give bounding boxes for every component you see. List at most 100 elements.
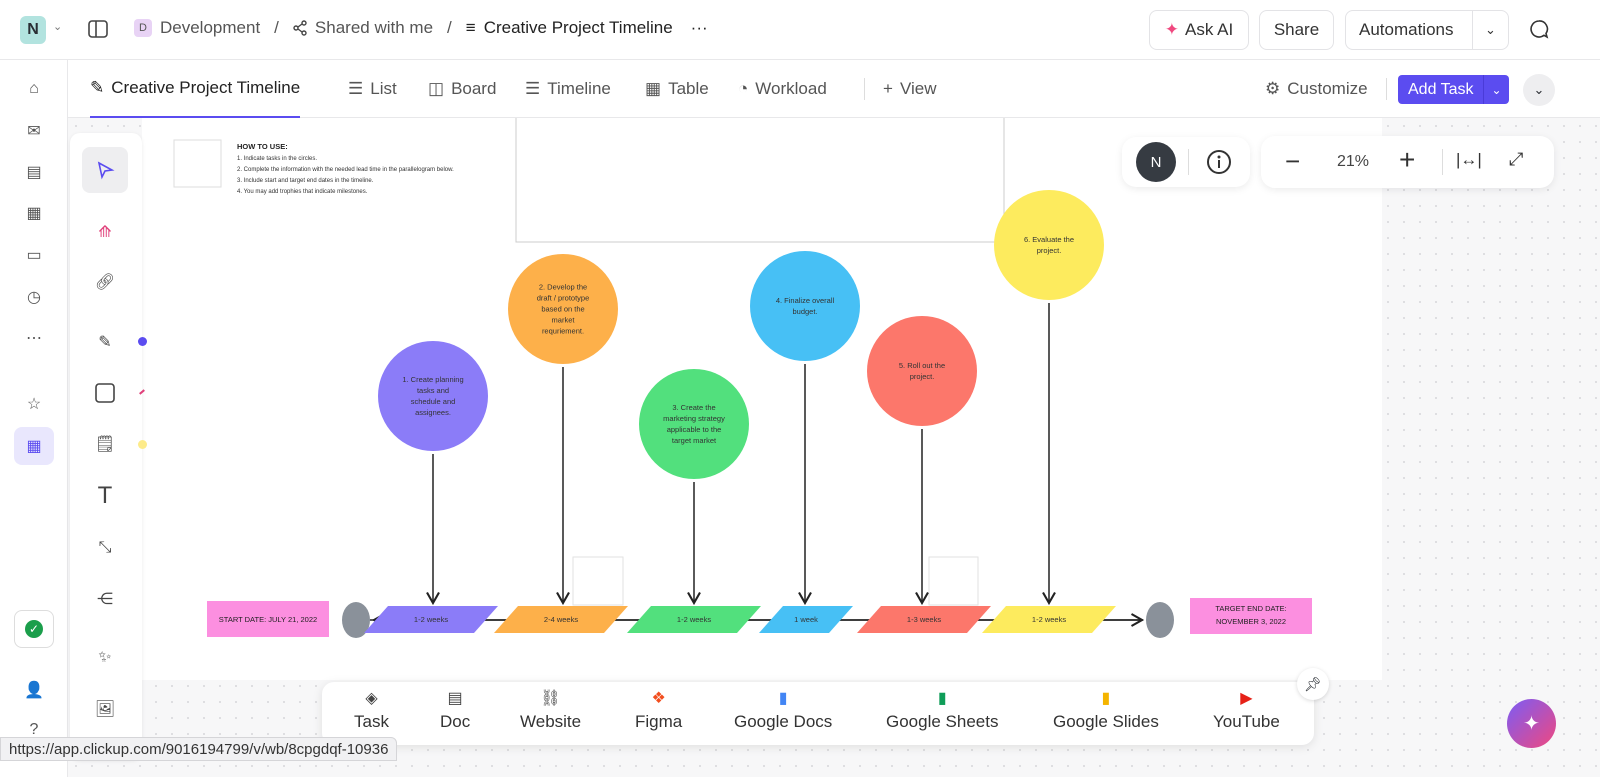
automations-button[interactable]: Automations ⌄ bbox=[1345, 10, 1509, 50]
add-view-button[interactable]: + View bbox=[883, 60, 936, 118]
mindmap-icon[interactable]: ⋲ bbox=[82, 576, 128, 622]
info-icon[interactable] bbox=[1206, 149, 1232, 175]
task-text: budget. bbox=[792, 307, 817, 316]
inbox-icon[interactable]: ✉ bbox=[14, 112, 54, 150]
embed-figma-button[interactable]: ❖ Figma bbox=[635, 688, 682, 732]
ask-ai-label: Ask AI bbox=[1185, 20, 1234, 39]
how-to-step: 2. Complete the information with the nee… bbox=[237, 167, 454, 173]
shape-tool-icon[interactable] bbox=[82, 370, 128, 416]
task-text: market bbox=[552, 316, 576, 325]
status-url: https://app.clickup.com/9016194799/v/wb/… bbox=[0, 737, 398, 761]
divider bbox=[1386, 78, 1387, 100]
zoom-out-button[interactable]: − bbox=[1285, 146, 1300, 177]
task-text: marketing strategy bbox=[663, 414, 725, 423]
tab-label: Workload bbox=[755, 79, 827, 98]
breadcrumb-current[interactable]: Creative Project Timeline bbox=[484, 18, 673, 38]
add-task-button[interactable]: Add Task ⌄ bbox=[1398, 75, 1509, 104]
start-date-text: START DATE: JULY 21, 2022 bbox=[219, 615, 317, 624]
chat-icon[interactable] bbox=[1529, 19, 1549, 39]
end-node[interactable] bbox=[1146, 602, 1174, 638]
image-placeholder[interactable] bbox=[928, 556, 979, 606]
tab-timeline[interactable]: ☰ Timeline bbox=[525, 60, 611, 118]
tab-label: Table bbox=[668, 79, 709, 98]
breadcrumb-shared[interactable]: Shared with me bbox=[315, 18, 433, 38]
embed-doc-button[interactable]: ▤ Doc bbox=[440, 688, 470, 732]
connector-tool-icon[interactable]: ⤡ bbox=[82, 525, 128, 571]
more-icon[interactable]: ⋯ bbox=[14, 319, 54, 357]
view-tabs: ✎ Creative Project Timeline ☰ List ◫ Board … bbox=[68, 60, 1600, 118]
docs-icon[interactable]: ▤ bbox=[14, 153, 54, 191]
task-circle[interactable] bbox=[867, 316, 977, 426]
duration-text: 2-4 weeks bbox=[544, 615, 578, 624]
link-icon[interactable]: 🔗︎ bbox=[82, 259, 128, 305]
status-check-icon[interactable]: ✓ bbox=[14, 610, 54, 648]
link-icon: ⛓︎ bbox=[540, 690, 561, 707]
how-to-step: 3. Include start and target end dates in… bbox=[237, 178, 374, 184]
tab-list[interactable]: ☰ List bbox=[348, 60, 397, 118]
divider bbox=[864, 78, 865, 100]
fullscreen-icon[interactable]: ⤢ bbox=[1509, 149, 1523, 170]
embed-youtube-button[interactable]: ▶ YouTube bbox=[1213, 688, 1280, 732]
collapse-button[interactable]: ⌄ bbox=[1523, 74, 1555, 106]
tab-board[interactable]: ◫ Board bbox=[428, 60, 496, 118]
ai-assistant-button[interactable]: ✦ bbox=[1507, 699, 1556, 748]
image-placeholder[interactable] bbox=[173, 139, 222, 188]
duration-text: 1-3 weeks bbox=[907, 615, 941, 624]
zoom-in-button[interactable]: + bbox=[1399, 144, 1415, 176]
timer-icon[interactable]: ◷ bbox=[14, 278, 54, 316]
clickup-add-icon[interactable]: ⟰ bbox=[82, 209, 128, 255]
select-tool-icon[interactable] bbox=[82, 147, 128, 193]
embed-task-button[interactable]: ◈ Task bbox=[354, 688, 389, 732]
task-text: 5. Roll out the bbox=[899, 361, 945, 370]
empty-frame[interactable] bbox=[515, 109, 1005, 243]
more-button[interactable]: ··· bbox=[691, 18, 708, 38]
task-text: project. bbox=[1037, 246, 1062, 255]
zoom-level[interactable]: 21% bbox=[1337, 153, 1369, 171]
task-circle[interactable] bbox=[639, 369, 749, 479]
how-to-step: 4. You may add trophies that indicate mi… bbox=[237, 189, 368, 195]
chevron-down-icon[interactable]: ⌄ bbox=[1472, 11, 1508, 49]
customize-button[interactable]: ⚙ Customize bbox=[1265, 60, 1368, 118]
image-placeholder[interactable] bbox=[572, 556, 624, 606]
tab-label: List bbox=[370, 79, 397, 98]
task-circle[interactable] bbox=[750, 251, 860, 361]
task-circle[interactable] bbox=[994, 190, 1104, 300]
fit-width-icon[interactable]: |↔| bbox=[1456, 150, 1482, 170]
breadcrumb-development[interactable]: Development bbox=[160, 18, 260, 38]
embed-label: Website bbox=[520, 712, 582, 731]
apps-grid-icon[interactable]: ▦ bbox=[14, 427, 54, 465]
pen-tool-icon[interactable]: ✎ bbox=[82, 319, 128, 365]
invite-user-icon[interactable]: 👤 bbox=[14, 671, 54, 709]
sticky-note-icon[interactable]: 🗒︎ bbox=[82, 421, 128, 467]
avatar[interactable]: N bbox=[1136, 142, 1176, 182]
embed-google-sheets-button[interactable]: ▮ Google Sheets bbox=[886, 688, 998, 732]
google-docs-icon: ▮ bbox=[778, 690, 788, 707]
duration-text: 1-2 weeks bbox=[1032, 615, 1066, 624]
pin-button[interactable]: 📌︎ bbox=[1297, 668, 1329, 700]
whiteboard-icon: ✎ bbox=[90, 78, 105, 97]
zoom-controls: − 21% + |↔| ⤢ bbox=[1261, 136, 1554, 188]
tab-workload[interactable]: ◔ Workload bbox=[738, 60, 827, 118]
dashboards-icon[interactable]: ▦ bbox=[14, 194, 54, 232]
tab-label: Timeline bbox=[547, 79, 611, 98]
text-tool-icon[interactable]: T bbox=[82, 473, 128, 519]
sidebar-toggle-icon[interactable] bbox=[88, 19, 108, 39]
ask-ai-button[interactable]: ✦ Ask AI bbox=[1149, 10, 1249, 50]
embed-google-slides-button[interactable]: ▮ Google Slides bbox=[1053, 688, 1159, 732]
tab-whiteboard[interactable]: ✎ Creative Project Timeline bbox=[90, 60, 301, 118]
favorites-star-icon[interactable]: ☆ bbox=[14, 385, 54, 423]
share-button[interactable]: Share bbox=[1259, 10, 1334, 50]
task-text: draft / prototype bbox=[537, 294, 590, 303]
automations-label: Automations bbox=[1359, 20, 1454, 39]
chevron-down-icon[interactable]: ⌄ bbox=[1483, 75, 1509, 104]
ai-magic-icon[interactable]: ✨︎ bbox=[82, 635, 128, 681]
embed-google-docs-button[interactable]: ▮ Google Docs bbox=[734, 688, 832, 732]
tab-table[interactable]: ▦ Table bbox=[645, 60, 709, 118]
chevron-down-icon[interactable]: ⌄ bbox=[53, 20, 62, 33]
task-circle[interactable] bbox=[378, 341, 488, 451]
image-icon[interactable]: 🖼︎ bbox=[82, 686, 128, 732]
embed-website-button[interactable]: ⛓︎ Website bbox=[520, 688, 581, 732]
workspace-avatar[interactable]: N bbox=[20, 16, 46, 44]
home-icon[interactable]: ⌂ bbox=[14, 70, 54, 108]
video-icon[interactable]: ▭ bbox=[14, 236, 54, 274]
